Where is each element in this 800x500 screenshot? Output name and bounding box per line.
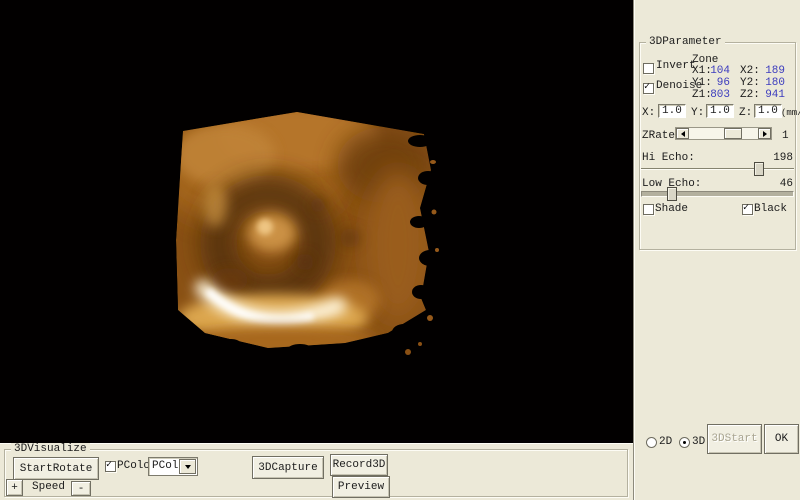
- zrate-scrollbar[interactable]: [675, 127, 772, 140]
- zone-y1-value: 96: [702, 77, 730, 89]
- parameter-groupbox: 3DParameter Invert Denoise Zone X1: 104 …: [639, 42, 796, 250]
- black-label: Black: [754, 203, 787, 215]
- arrow-right-icon: [763, 131, 767, 137]
- 3dcapture-button[interactable]: 3DCapture: [252, 456, 324, 479]
- arrow-down-icon: [185, 465, 191, 469]
- hi-echo-thumb[interactable]: [754, 162, 764, 176]
- speed-plus-button[interactable]: +: [6, 479, 23, 496]
- ultrasound-render-image: [0, 0, 633, 443]
- arrow-left-icon: [681, 131, 685, 137]
- visualize-panel: 3DVisualize StartRotate + Speed - PColor…: [0, 443, 633, 500]
- hi-echo-label: Hi Echo:: [642, 152, 695, 164]
- invert-label: Invert: [656, 60, 696, 72]
- black-checkbox[interactable]: [742, 204, 753, 215]
- scale-unit-label: (mm/p): [781, 108, 800, 118]
- zone-z2-value: 941: [752, 89, 785, 101]
- y-scale-label: Y:: [691, 107, 704, 119]
- zrate-thumb[interactable]: [724, 128, 742, 139]
- low-echo-thumb[interactable]: [667, 187, 677, 201]
- visualize-group-title: 3DVisualize: [11, 443, 90, 456]
- pcolor-combobox-dropdown-button[interactable]: [179, 459, 196, 474]
- x-scale-input[interactable]: [658, 104, 686, 118]
- 3dstart-button[interactable]: 3DStart: [707, 424, 762, 454]
- z-scale-label: Z:: [739, 107, 752, 119]
- zone-x2-value: 189: [752, 65, 785, 77]
- pcolor-checkbox[interactable]: [105, 461, 116, 472]
- low-echo-value: 46: [758, 178, 793, 190]
- parameter-group-title: 3DParameter: [646, 36, 725, 49]
- shade-checkbox[interactable]: [643, 204, 654, 215]
- low-echo-slider-track[interactable]: [641, 191, 794, 197]
- x-scale-label: X:: [642, 107, 655, 119]
- speed-minus-button[interactable]: -: [71, 481, 91, 496]
- zone-x1-value: 104: [702, 65, 730, 77]
- invert-checkbox[interactable]: [643, 63, 654, 74]
- parameter-panel: 3DParameter Invert Denoise Zone X1: 104 …: [633, 0, 800, 500]
- hi-echo-slider-track[interactable]: [641, 168, 794, 170]
- application-window: { "colors": { "panel_bg": "#ece9d8", "va…: [0, 0, 800, 500]
- ok-button[interactable]: OK: [764, 424, 799, 454]
- shade-label: Shade: [655, 203, 688, 215]
- speed-label: Speed: [32, 481, 65, 493]
- zrate-scroll-right-button[interactable]: [758, 128, 771, 139]
- pcolor-combobox[interactable]: PColor: [148, 457, 198, 476]
- mode-3d-radio[interactable]: [679, 437, 690, 448]
- preview-button[interactable]: Preview: [332, 476, 390, 498]
- z-scale-input[interactable]: [754, 104, 782, 118]
- y-scale-input[interactable]: [706, 104, 734, 118]
- mode-2d-label: 2D: [659, 436, 672, 448]
- denoise-checkbox[interactable]: [643, 83, 654, 94]
- zone-z1-value: 803: [702, 89, 730, 101]
- zrate-label: ZRate: [642, 130, 675, 142]
- mode-3d-label: 3D: [692, 436, 705, 448]
- zrate-value: 1: [782, 130, 789, 142]
- render-viewport[interactable]: [0, 0, 633, 443]
- record3d-button[interactable]: Record3D: [330, 454, 388, 476]
- mode-2d-radio[interactable]: [646, 437, 657, 448]
- start-rotate-button[interactable]: StartRotate: [13, 457, 99, 480]
- zone-y2-value: 180: [752, 77, 785, 89]
- zrate-scroll-left-button[interactable]: [676, 128, 689, 139]
